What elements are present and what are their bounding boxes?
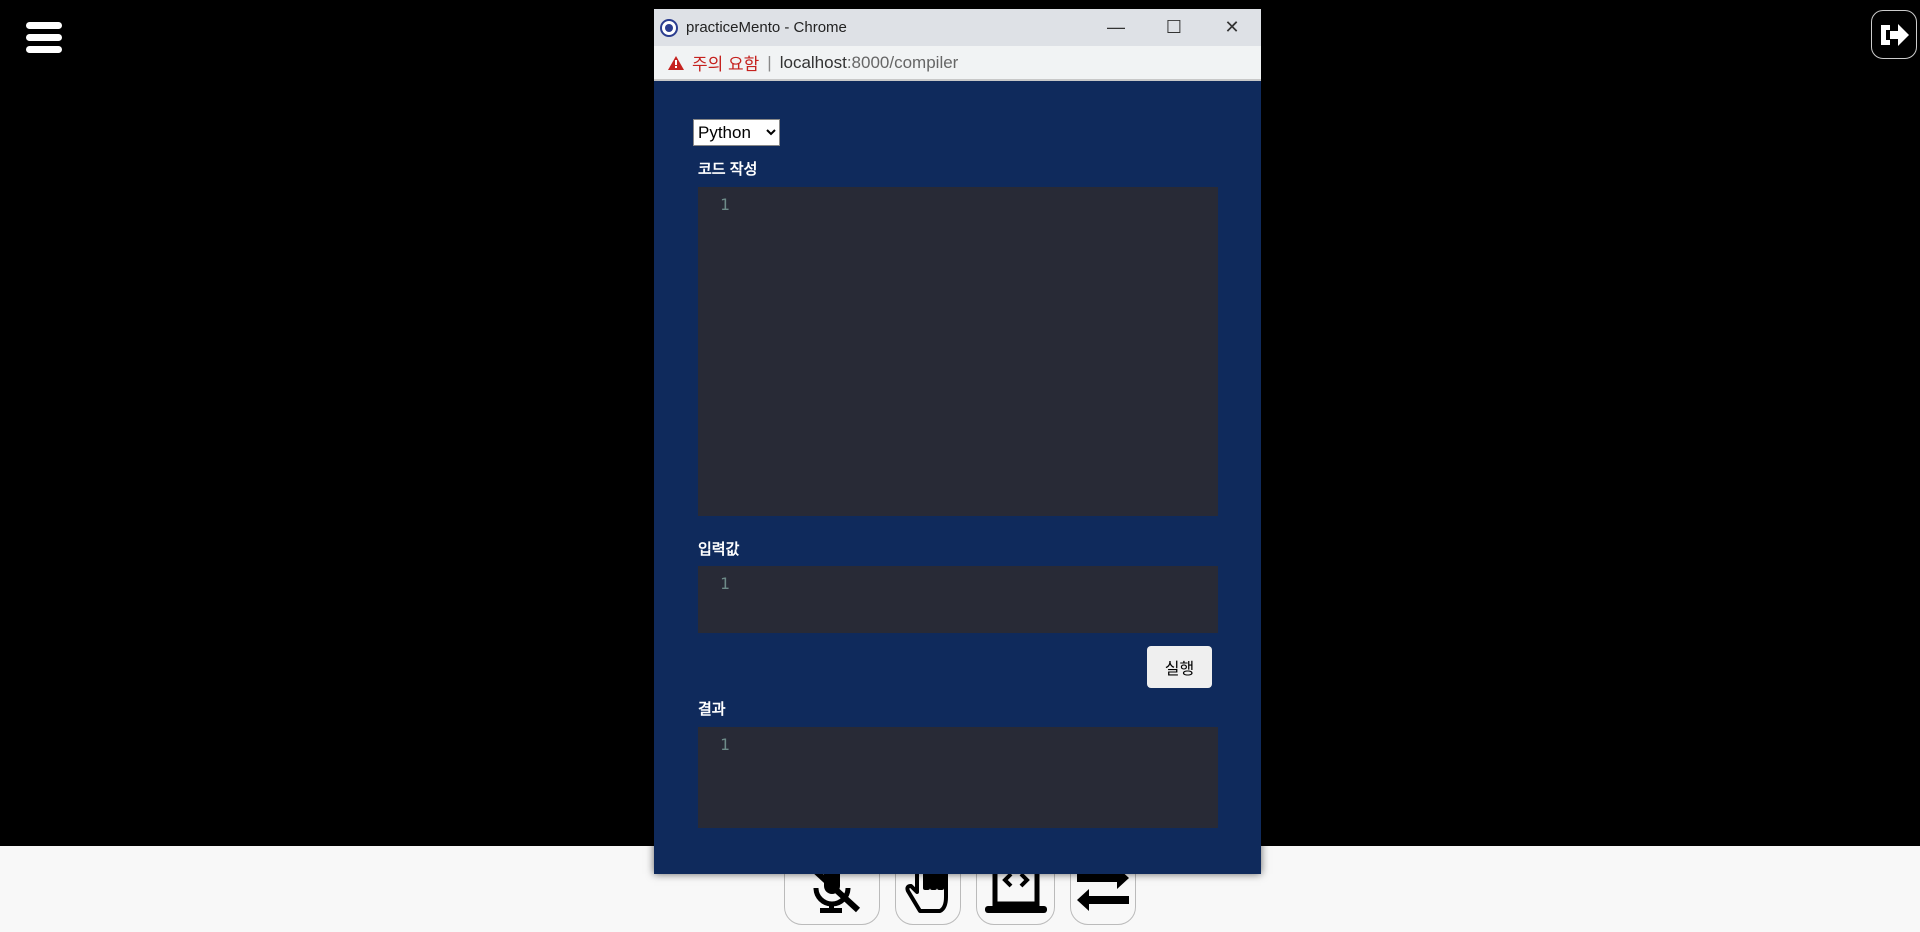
address-separator: | xyxy=(767,52,772,72)
close-button[interactable]: ✕ xyxy=(1203,17,1261,38)
code-editor[interactable]: 1 xyxy=(698,187,1218,516)
url-host: localhost xyxy=(779,52,847,72)
warning-icon xyxy=(668,55,684,70)
url-path: :8000/compiler xyxy=(846,52,959,72)
app-icon xyxy=(660,18,678,37)
line-number: 1 xyxy=(720,735,730,754)
line-number: 1 xyxy=(720,574,730,593)
language-select[interactable]: Python xyxy=(693,119,780,146)
run-button[interactable]: 실행 xyxy=(1147,646,1212,688)
input-label: 입력값 xyxy=(698,541,740,558)
minimize-button[interactable]: — xyxy=(1087,17,1145,38)
security-warning[interactable]: 주의 요함 xyxy=(692,50,759,75)
title-bar: practiceMento - Chrome — ☐ ✕ xyxy=(654,9,1261,46)
maximize-button[interactable]: ☐ xyxy=(1145,17,1203,38)
code-label: 코드 작성 xyxy=(698,161,758,178)
input-editor[interactable]: 1 xyxy=(698,566,1218,633)
result-editor[interactable]: 1 xyxy=(698,727,1218,828)
line-number: 1 xyxy=(720,195,730,214)
exit-button[interactable] xyxy=(1871,10,1917,59)
exit-icon xyxy=(1881,23,1909,46)
url: localhost:8000/compiler xyxy=(780,53,959,73)
browser-window: practiceMento - Chrome — ☐ ✕ 주의 요함 | loc… xyxy=(654,9,1261,874)
menu-icon[interactable] xyxy=(26,22,62,53)
window-title: practiceMento - Chrome xyxy=(686,19,847,36)
result-label: 결과 xyxy=(698,701,726,718)
address-bar[interactable]: 주의 요함 | localhost:8000/compiler xyxy=(654,46,1261,81)
